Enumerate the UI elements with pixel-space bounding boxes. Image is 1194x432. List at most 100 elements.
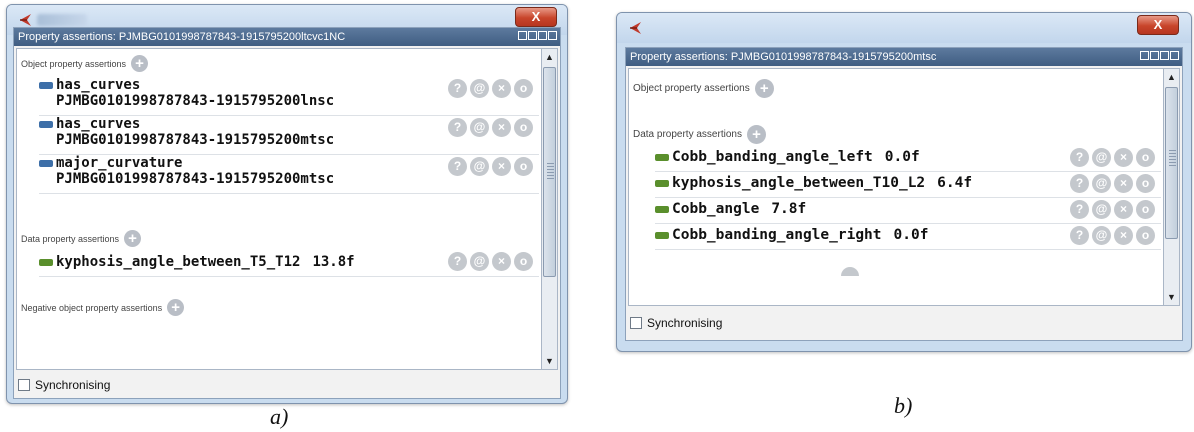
annotate-button[interactable]: @ (470, 252, 489, 271)
edit-button[interactable]: o (1136, 200, 1155, 219)
row-actions: ? @ × o (448, 118, 533, 137)
view-minimize-icon[interactable] (528, 31, 537, 40)
explain-button[interactable]: ? (1070, 226, 1089, 245)
delete-button[interactable]: × (492, 157, 511, 176)
view-pin-icon[interactable] (518, 31, 527, 40)
annotate-button[interactable]: @ (470, 118, 489, 137)
view-header: Property assertions: PJMBG0101998787843-… (626, 48, 1182, 66)
delete-button[interactable]: × (1114, 174, 1133, 193)
view-pin-icon[interactable] (1140, 51, 1149, 60)
scrollbar-thumb[interactable] (1165, 87, 1178, 239)
synchronising-label: Synchronising (35, 378, 111, 392)
add-data-property-icon[interactable]: + (746, 125, 766, 144)
row-actions: ? @ × o (1070, 200, 1155, 219)
data-property-icon (39, 258, 53, 266)
edit-button[interactable]: o (514, 252, 533, 271)
view-controls (1140, 51, 1179, 60)
explain-button[interactable]: ? (448, 157, 467, 176)
add-data-property-icon[interactable]: + (124, 230, 142, 247)
window-titlebar[interactable]: X (617, 13, 1191, 43)
scroll-down-arrow-icon[interactable]: ▼ (542, 353, 557, 369)
view-minimize-icon[interactable] (1150, 51, 1159, 60)
object-property-row[interactable]: has_curves PJMBG0101998787843-1915795200… (39, 116, 539, 155)
view-controls (518, 31, 557, 40)
synchronising-checkbox[interactable] (18, 379, 30, 391)
data-property-row[interactable]: Cobb_angle 7.8f ? @ × o (655, 198, 1161, 224)
data-property-row[interactable]: Cobb_banding_angle_right 0.0f ? @ × o (655, 224, 1161, 250)
assertions-list: Object property assertions + Data proper… (628, 68, 1164, 306)
property-value: 0.0f (884, 149, 920, 165)
property-name: kyphosis_angle_between_T5_T12 (56, 254, 301, 270)
view-maximize-icon[interactable] (1160, 51, 1169, 60)
explain-button[interactable]: ? (1070, 174, 1089, 193)
protege-app-icon (20, 14, 31, 26)
explain-button[interactable]: ? (448, 118, 467, 137)
property-name: has_curves (56, 116, 141, 132)
annotate-button[interactable]: @ (470, 157, 489, 176)
data-property-icon (655, 179, 669, 187)
row-actions: ? @ × o (1070, 226, 1155, 245)
explain-button[interactable]: ? (1070, 200, 1089, 219)
edit-button[interactable]: o (514, 79, 533, 98)
edit-button[interactable]: o (1136, 174, 1155, 193)
annotate-button[interactable]: @ (1092, 200, 1111, 219)
row-actions: ? @ × o (448, 157, 533, 176)
delete-button[interactable]: × (1114, 200, 1133, 219)
annotate-button[interactable]: @ (470, 79, 489, 98)
delete-button[interactable]: × (492, 252, 511, 271)
add-object-property-icon[interactable]: + (131, 55, 149, 72)
protege-app-icon (630, 22, 641, 34)
data-property-row[interactable]: kyphosis_angle_between_T5_T12 13.8f ? @ ×… (39, 250, 539, 277)
synchronising-label: Synchronising (647, 316, 723, 330)
delete-button[interactable]: × (492, 118, 511, 137)
vertical-scrollbar[interactable]: ▲ ▼ (541, 48, 558, 370)
scroll-up-arrow-icon[interactable]: ▲ (542, 49, 557, 65)
annotate-button[interactable]: @ (1092, 148, 1111, 167)
edit-button[interactable]: o (1136, 226, 1155, 245)
view-close-icon[interactable] (548, 31, 557, 40)
window-a: X Property assertions: PJMBG010199878784… (6, 4, 568, 404)
view-header: Property assertions: PJMBG0101998787843-… (14, 28, 560, 46)
annotate-button[interactable]: @ (1092, 174, 1111, 193)
add-object-property-icon[interactable]: + (754, 79, 774, 98)
partially-hidden-add-icon (841, 267, 859, 276)
close-button[interactable]: X (1137, 15, 1179, 35)
vertical-scrollbar[interactable]: ▲ ▼ (1163, 68, 1180, 306)
view-maximize-icon[interactable] (538, 31, 547, 40)
explain-button[interactable]: ? (448, 252, 467, 271)
explain-button[interactable]: ? (1070, 148, 1089, 167)
caption-a: a) (270, 404, 289, 429)
property-value: 13.8f (312, 254, 355, 270)
scrollbar-thumb[interactable] (543, 67, 556, 277)
caption-b: b) (894, 393, 913, 418)
object-property-row[interactable]: major_curvature PJMBG0101998787843-19157… (39, 155, 539, 194)
add-negative-object-property-icon[interactable]: + (167, 299, 185, 316)
object-property-icon (39, 120, 53, 128)
delete-button[interactable]: × (492, 79, 511, 98)
data-property-row[interactable]: Cobb_banding_angle_left 0.0f ? @ × o (655, 146, 1161, 172)
view-close-icon[interactable] (1170, 51, 1179, 60)
object-property-row[interactable]: has_curves PJMBG0101998787843-1915795200… (39, 77, 539, 116)
section-object-property-assertions: Object property assertions + (21, 55, 149, 72)
scroll-down-arrow-icon[interactable]: ▼ (1164, 289, 1179, 305)
edit-button[interactable]: o (1136, 148, 1155, 167)
edit-button[interactable]: o (514, 118, 533, 137)
edit-button[interactable]: o (514, 157, 533, 176)
row-actions: ? @ × o (448, 79, 533, 98)
object-property-icon (39, 81, 53, 89)
synchronising-toggle[interactable]: Synchronising (18, 378, 110, 392)
synchronising-toggle[interactable]: Synchronising (630, 316, 722, 330)
delete-button[interactable]: × (1114, 148, 1133, 167)
property-assertions-view: Property assertions: PJMBG0101998787843-… (13, 27, 561, 399)
data-property-row[interactable]: kyphosis_angle_between_T10_L2 6.4f ? @ × … (655, 172, 1161, 198)
delete-button[interactable]: × (1114, 226, 1133, 245)
section-label: Data property assertions (633, 129, 742, 140)
object-property-icon (39, 159, 53, 167)
close-button[interactable]: X (515, 7, 557, 27)
row-actions: ? @ × o (448, 252, 533, 271)
scroll-up-arrow-icon[interactable]: ▲ (1164, 69, 1179, 85)
explain-button[interactable]: ? (448, 79, 467, 98)
property-name: Cobb_angle (672, 201, 760, 217)
annotate-button[interactable]: @ (1092, 226, 1111, 245)
synchronising-checkbox[interactable] (630, 317, 642, 329)
